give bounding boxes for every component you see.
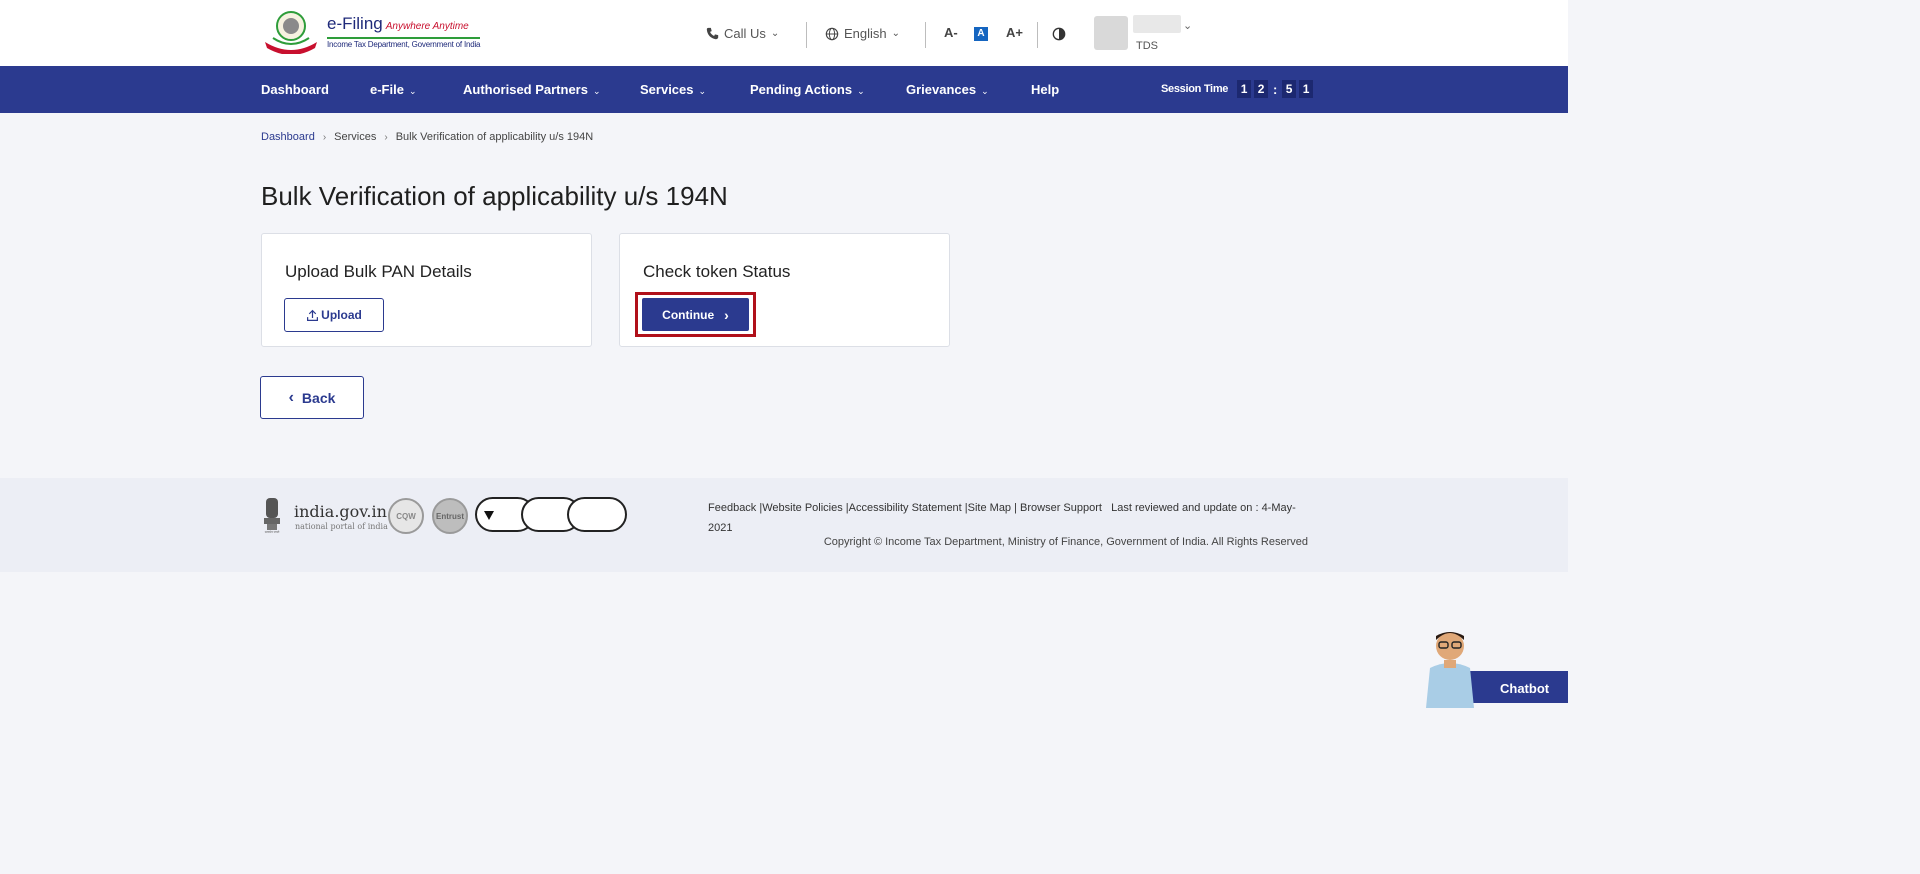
session-colon: : — [1272, 81, 1278, 97]
footer-link-list[interactable]: Feedback |Website Policies |Accessibilit… — [708, 502, 1102, 514]
top-header: e-Filing Anywhere Anytime Income Tax Depa… — [0, 0, 1568, 66]
chatbot-launcher[interactable]: Chatbot — [1420, 628, 1568, 708]
username-placeholder — [1133, 15, 1181, 33]
chevron-down-icon: ⌄ — [592, 86, 601, 96]
footer-links: Feedback |Website Policies |Accessibilit… — [708, 498, 1308, 538]
main-navbar: Dashboard e-File ⌄ Authorised Partners ⌄ S… — [0, 66, 1568, 113]
nav-label: Help — [1031, 82, 1060, 97]
chevron-down-icon: ⌄ — [981, 86, 989, 96]
back-button[interactable]: ‹ Back — [260, 376, 364, 419]
contrast-icon[interactable] — [1052, 27, 1066, 41]
chevron-down-icon[interactable]: ⌄ — [1183, 19, 1192, 32]
avatar[interactable] — [1094, 16, 1128, 50]
page-title: Bulk Verification of applicability u/s 1… — [261, 181, 728, 211]
phone-icon — [706, 27, 719, 40]
session-digit: 2 — [1254, 80, 1269, 98]
nav-dashboard[interactable]: Dashboard — [261, 82, 329, 97]
font-decrease-button[interactable]: A- — [944, 25, 958, 40]
breadcrumb: Dashboard › Services › Bulk Verification… — [261, 131, 593, 143]
upload-icon — [307, 309, 319, 321]
header-divider — [806, 22, 807, 48]
language-label: English — [844, 26, 887, 41]
user-type-label: TDS — [1136, 40, 1158, 52]
entrust-badge: Entrust — [432, 498, 468, 534]
nav-label: Pending Actions — [750, 82, 853, 97]
language-dropdown[interactable]: English ⌄ — [825, 26, 900, 41]
chevron-right-icon: › — [724, 306, 729, 323]
back-button-label: Back — [301, 389, 336, 406]
india-gov-subtitle: national portal of india — [295, 522, 388, 531]
india-gov-link[interactable]: india.gov.in — [294, 502, 387, 521]
chevron-right-icon: › — [322, 131, 327, 143]
nav-label: e-File — [370, 82, 404, 97]
chatbot-label: Chatbot — [1500, 681, 1550, 696]
globe-icon — [825, 27, 839, 40]
session-digit: 1 — [1299, 80, 1314, 98]
session-digit: 1 — [1237, 80, 1252, 98]
breadcrumb-dashboard[interactable]: Dashboard — [261, 131, 315, 143]
nav-efile[interactable]: e-File ⌄ — [370, 82, 417, 97]
card-title: Upload Bulk PAN Details — [285, 262, 472, 281]
breadcrumb-current: Bulk Verification of applicability u/s 1… — [395, 131, 594, 143]
badge-label: CQW — [396, 511, 416, 521]
logo-subtitle: Income Tax Department, Government of Ind… — [327, 37, 481, 49]
nav-services[interactable]: Services ⌄ — [640, 82, 706, 97]
header-divider — [925, 22, 926, 48]
continue-button-label: Continue — [662, 307, 715, 322]
breadcrumb-services[interactable]: Services — [334, 131, 376, 143]
continue-button[interactable]: Continue › — [642, 298, 749, 331]
chevron-right-icon: › — [384, 131, 388, 143]
nav-grievances[interactable]: Grievances ⌄ — [906, 82, 989, 97]
efiling-logo[interactable]: e-Filing Anywhere Anytime Income Tax Depa… — [261, 8, 481, 54]
nav-label: Grievances — [906, 82, 977, 97]
upload-button[interactable]: Upload — [284, 298, 384, 332]
iso-badge — [567, 497, 627, 532]
logo-title: e-Filing Anywhere Anytime — [327, 14, 469, 33]
chevron-left-icon: ‹ — [288, 388, 294, 406]
ashoka-emblem-icon: सत्यमेव जयते — [264, 498, 280, 534]
chevron-down-icon: ⌄ — [857, 86, 865, 96]
nav-help[interactable]: Help — [1031, 82, 1059, 97]
svg-text:सत्यमेव जयते: सत्यमेव जयते — [265, 530, 280, 534]
header-divider — [1037, 22, 1038, 48]
badge-label: Entrust — [436, 511, 464, 521]
nav-label: Services — [640, 82, 694, 97]
copyright-text: Copyright © Income Tax Department, Minis… — [823, 536, 1308, 548]
session-timer: Session Time 1 2 : 5 1 — [1161, 80, 1314, 98]
chevron-down-icon: ⌄ — [891, 28, 901, 39]
nav-label: Authorised Partners — [463, 82, 588, 97]
chevron-down-icon: ⌄ — [698, 86, 707, 96]
chevron-down-icon: ⌄ — [408, 86, 417, 96]
emblem-icon — [265, 11, 317, 54]
card-title: Check token Status — [643, 262, 791, 281]
chevron-down-icon: ⌄ — [770, 28, 780, 39]
nav-authorised-partners[interactable]: Authorised Partners ⌄ — [463, 82, 601, 97]
check-token-status-card: Check token Status Continue › — [619, 233, 950, 347]
session-label: Session Time — [1161, 83, 1229, 95]
bsi-heart-icon — [484, 511, 494, 520]
session-digit: 5 — [1282, 80, 1297, 98]
upload-bulk-pan-card: Upload Bulk PAN Details Upload — [261, 233, 592, 347]
footer: सत्यमेव जयते india.gov.in national porta… — [0, 478, 1568, 572]
font-normal-button[interactable]: A — [974, 27, 988, 41]
call-us-dropdown[interactable]: Call Us ⌄ — [706, 26, 779, 41]
iso-certification-badges — [475, 497, 629, 532]
font-increase-button[interactable]: A+ — [1006, 25, 1023, 40]
nav-pending-actions[interactable]: Pending Actions ⌄ — [750, 82, 865, 97]
nav-label: Dashboard — [261, 82, 329, 97]
upload-button-label: Upload — [321, 308, 362, 322]
chatbot-avatar-icon — [1426, 632, 1474, 708]
cqw-badge: CQW — [388, 498, 424, 534]
call-us-label: Call Us — [724, 26, 766, 41]
